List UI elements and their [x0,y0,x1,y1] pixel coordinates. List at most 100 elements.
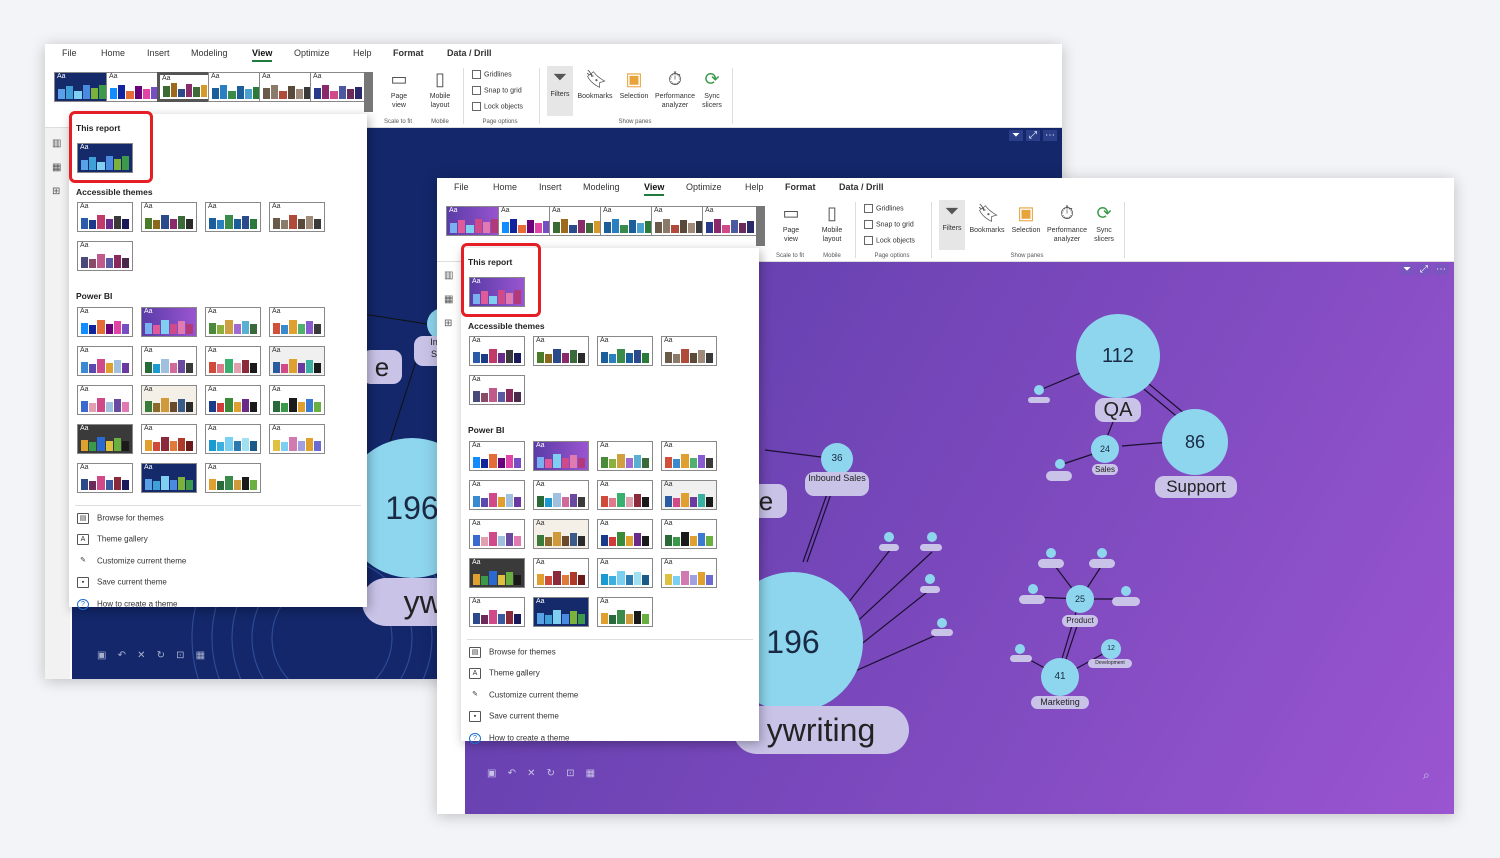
small-node[interactable] [1028,584,1038,594]
theme-option[interactable]: Aa [661,558,717,588]
theme-gallery-link[interactable]: A Theme gallery [77,534,148,545]
small-node[interactable] [1121,586,1131,596]
undo-icon[interactable]: ↶ [508,768,516,779]
bookmarks-pane-button[interactable]: 🔖︎ Bookmarks [575,68,615,101]
refresh-icon[interactable]: ↻ [547,768,555,779]
theme-option[interactable]: Aa [469,558,525,588]
report-view-icon[interactable]: ▥ [444,270,453,281]
performance-analyzer-button[interactable]: ⏱ Performance analyzer [652,68,698,110]
theme-option[interactable]: Aa [469,375,525,405]
theme-option[interactable]: Aa [141,424,197,454]
theme-option[interactable]: Aa [661,519,717,549]
theme-option[interactable]: Aa [533,597,589,627]
theme-option[interactable]: Aa [77,463,133,493]
snap-to-grid-checkbox[interactable]: Snap to grid [864,220,914,229]
theme-thumb[interactable]: Aa [600,206,656,236]
theme-option[interactable]: Aa [661,336,717,366]
mobile-layout-button[interactable]: ▯ Mobile layout [817,202,847,244]
tab-data-drill[interactable]: Data / Drill [839,182,884,192]
report-view-icon[interactable]: ▥ [52,138,61,149]
tab-format[interactable]: Format [785,182,816,192]
table-view-icon[interactable]: ▦ [52,162,61,173]
tab-modeling[interactable]: Modeling [583,182,620,192]
customize-theme-link[interactable]: ✎ Customize current theme [77,556,186,567]
save-theme-link[interactable]: ▪ Save current theme [77,577,167,588]
tab-format[interactable]: Format [393,48,424,58]
theme-option[interactable]: Aa [205,385,261,415]
lock-icon[interactable]: ⊡ [566,768,574,779]
theme-option[interactable]: Aa [597,558,653,588]
theme-option[interactable]: Aa [205,463,261,493]
tab-data-drill[interactable]: Data / Drill [447,48,492,58]
small-node[interactable] [1097,548,1107,558]
theme-option[interactable]: Aa [533,480,589,510]
node-product[interactable]: 25 [1066,585,1094,613]
tab-view[interactable]: View [644,182,665,196]
gridlines-checkbox[interactable]: Gridlines [472,70,512,79]
theme-option[interactable]: Aa [141,346,197,376]
theme-option[interactable]: Aa [205,307,261,337]
theme-option[interactable]: Aa [77,424,133,454]
theme-gallery-strip[interactable]: Aa Aa Aa Aa Aa Aa [54,72,373,112]
theme-option[interactable]: Aa [77,202,133,232]
tab-view[interactable]: View [252,48,273,62]
theme-option[interactable]: Aa [269,307,325,337]
theme-thumb[interactable]: Aa [446,206,502,236]
page-view-button[interactable]: ▭ Page view [777,202,805,244]
theme-option[interactable]: Aa [469,441,525,471]
lock-icon[interactable]: ⊡ [176,650,184,661]
filter-icon[interactable]: ⏷ [1400,264,1414,275]
tab-home[interactable]: Home [101,48,125,58]
expand-icon[interactable]: ⤢ [1417,264,1431,275]
sync-slicers-button[interactable]: ⟳ Sync slicers [1090,202,1118,244]
node-marketing[interactable]: 41 [1041,658,1079,696]
mobile-layout-button[interactable]: ▯ Mobile layout [425,68,455,110]
small-node[interactable] [927,532,937,542]
theme-option[interactable]: Aa [597,336,653,366]
customize-theme-link[interactable]: ✎ Customize current theme [469,690,578,701]
selection-pane-button[interactable]: ▣ Selection [1008,202,1044,235]
theme-thumb-selected[interactable]: Aa [157,72,213,102]
tab-optimize[interactable]: Optimize [686,182,722,192]
how-to-theme-link[interactable]: ? How to create a theme [469,733,569,744]
theme-option[interactable]: Aa [661,480,717,510]
theme-option[interactable]: Aa [269,424,325,454]
filter-icon[interactable]: ⏷ [1009,130,1023,141]
theme-option[interactable]: Aa [141,385,197,415]
small-node[interactable] [1046,548,1056,558]
theme-option[interactable]: Aa [533,519,589,549]
theme-thumb[interactable]: Aa [702,206,758,236]
sync-slicers-button[interactable]: ⟳ Sync slicers [698,68,726,110]
image-icon[interactable]: ▣ [97,650,106,661]
tab-insert[interactable]: Insert [147,48,170,58]
search-icon[interactable]: ⌕ [1423,768,1430,783]
more-icon[interactable]: ⋯ [1043,130,1057,141]
tab-file[interactable]: File [62,48,77,58]
node-inbound-sales[interactable]: 36 [821,443,853,475]
expand-icon[interactable]: ⤢ [1026,130,1040,141]
browse-themes-link[interactable]: ▤ Browse for themes [469,647,556,658]
lock-objects-checkbox[interactable]: Lock objects [864,236,915,245]
theme-thumb[interactable]: Aa [651,206,707,236]
tab-optimize[interactable]: Optimize [294,48,330,58]
theme-strip-scroll[interactable] [364,72,373,112]
theme-thumb[interactable]: Aa [259,72,315,102]
gridlines-checkbox[interactable]: Gridlines [864,204,904,213]
theme-option[interactable]: Aa [597,597,653,627]
theme-option[interactable]: Aa [597,480,653,510]
theme-option[interactable]: Aa [77,385,133,415]
theme-option[interactable]: Aa [597,441,653,471]
small-node[interactable] [884,532,894,542]
theme-option[interactable]: Aa [469,597,525,627]
theme-thumb[interactable]: Aa [549,206,605,236]
refresh-icon[interactable]: ↻ [157,650,165,661]
theme-option[interactable]: Aa [597,519,653,549]
grid-icon[interactable]: ▦ [586,768,595,779]
tab-home[interactable]: Home [493,182,517,192]
theme-option[interactable]: Aa [269,202,325,232]
more-icon[interactable]: ⋯ [1434,264,1448,275]
save-theme-link[interactable]: ▪ Save current theme [469,711,559,722]
theme-thumb[interactable]: Aa [310,72,366,102]
node-support[interactable]: 86 [1162,409,1228,475]
filters-pane-button[interactable]: ⏷ Filters [547,66,573,116]
